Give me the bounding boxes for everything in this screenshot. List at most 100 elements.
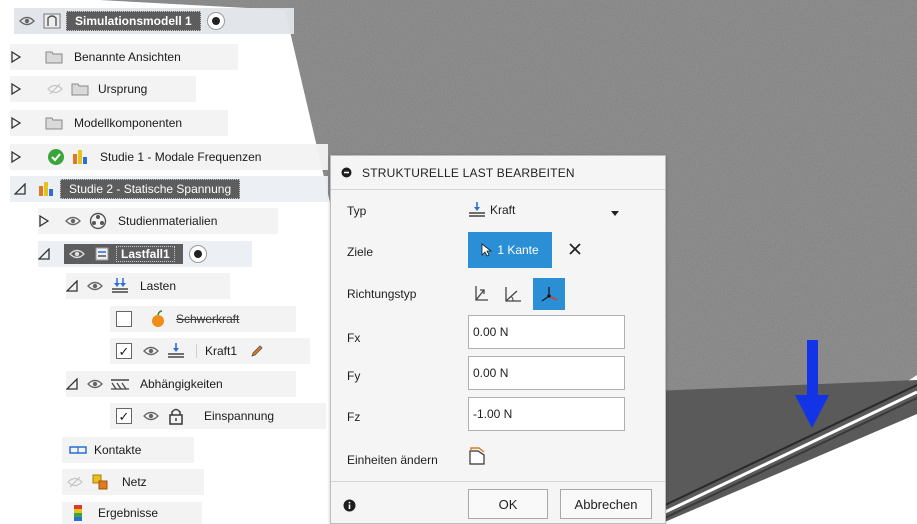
contacts-icon xyxy=(68,441,88,459)
eye-icon[interactable] xyxy=(142,344,160,358)
browser-item-contacts[interactable]: Kontakte xyxy=(62,437,194,463)
loads-icon xyxy=(110,277,130,295)
load-case-selection: Lastfall1 xyxy=(64,244,183,264)
dialog-title: STRUKTURELLE LAST BEARBEITEN xyxy=(362,165,575,180)
root-label: Simulationsmodell 1 xyxy=(66,11,201,31)
expand-arrow-icon[interactable] xyxy=(10,82,22,96)
apple-icon xyxy=(148,310,168,328)
targets-select-button[interactable]: 1 Kante xyxy=(468,232,552,268)
results-icon xyxy=(68,504,88,522)
eye-icon[interactable] xyxy=(68,247,86,261)
expand-arrow-icon[interactable] xyxy=(38,214,50,228)
expand-arrow-icon[interactable] xyxy=(10,50,22,64)
cancel-button[interactable]: Abbrechen xyxy=(560,489,652,519)
eye-hidden-icon[interactable] xyxy=(46,82,64,96)
browser-item-label: Ursprung xyxy=(98,82,148,96)
edit-structural-load-dialog: STRUKTURELLE LAST BEARBEITEN Typ Kraft Z… xyxy=(330,155,666,524)
fz-input[interactable] xyxy=(468,397,625,431)
browser-item-study-1[interactable]: Studie 1 - Modale Frequenzen xyxy=(10,144,328,170)
browser-item-label: Modellkomponenten xyxy=(74,116,183,130)
expand-arrow-icon[interactable] xyxy=(10,116,22,130)
browser-item-force[interactable]: ✓ Kraft1 xyxy=(110,338,310,364)
browser-item-load-case[interactable]: Lastfall1 xyxy=(38,241,252,267)
clear-targets-icon[interactable] xyxy=(569,243,581,255)
direction-type-label: Richtungstyp xyxy=(347,287,417,301)
browser-item-label: Lastfall1 xyxy=(116,246,175,262)
eye-icon[interactable] xyxy=(86,279,104,293)
browser-item-gravity[interactable]: Schwerkraft xyxy=(110,306,296,332)
fx-label: Fx xyxy=(347,331,361,345)
targets-label: Ziele xyxy=(347,245,374,259)
visibility-checkbox[interactable]: ✓ xyxy=(116,408,132,424)
browser-item-label: Kraft1 xyxy=(196,344,237,358)
browser-item-label: Abhängigkeiten xyxy=(140,377,223,391)
folder-icon xyxy=(70,80,90,98)
eye-icon[interactable] xyxy=(18,14,36,28)
fy-input[interactable] xyxy=(468,356,625,390)
browser-item-fixed-constraint[interactable]: ✓ Einspannung xyxy=(110,403,326,429)
fy-label: Fy xyxy=(347,369,361,383)
dialog-header[interactable]: STRUKTURELLE LAST BEARBEITEN xyxy=(331,156,665,190)
collapse-arrow-icon[interactable] xyxy=(66,377,78,391)
info-icon[interactable] xyxy=(343,499,356,512)
force-icon xyxy=(468,201,486,219)
footer-divider xyxy=(331,481,665,482)
fz-label: Fz xyxy=(347,410,361,424)
browser-item-label: Benannte Ansichten xyxy=(74,50,181,64)
browser-item-label: Schwerkraft xyxy=(176,312,240,326)
browser-item-study-2[interactable]: Studie 2 - Statische Spannung xyxy=(10,176,328,202)
change-units-icon[interactable] xyxy=(468,446,486,466)
ok-button[interactable]: OK xyxy=(468,489,548,519)
lock-icon xyxy=(166,407,186,425)
browser-item-label: Kontakte xyxy=(94,443,142,457)
browser-item-label: Einspannung xyxy=(204,409,275,423)
browser-root[interactable]: Simulationsmodell 1 xyxy=(14,8,294,34)
browser-item-loads[interactable]: Lasten xyxy=(66,273,230,299)
activate-radio[interactable] xyxy=(188,245,207,263)
cursor-arrow-icon xyxy=(481,243,493,257)
chevron-down-icon xyxy=(611,206,619,220)
direction-normal-icon[interactable] xyxy=(468,280,496,308)
direction-angle-icon[interactable] xyxy=(499,280,527,308)
mesh-icon xyxy=(90,473,110,491)
type-label: Typ xyxy=(347,204,367,218)
direction-vector-icon[interactable] xyxy=(533,278,565,310)
visibility-checkbox[interactable]: ✓ xyxy=(116,343,132,359)
browser-item-label: Lasten xyxy=(140,279,177,293)
type-dropdown[interactable]: Kraft xyxy=(468,196,625,224)
eye-icon[interactable] xyxy=(142,409,160,423)
collapse-arrow-icon[interactable] xyxy=(66,279,78,293)
eye-icon[interactable] xyxy=(86,377,104,391)
browser-item-origin[interactable]: Ursprung xyxy=(10,76,196,102)
fx-input[interactable] xyxy=(468,315,625,349)
collapse-dialog-icon[interactable] xyxy=(341,167,352,178)
folder-icon xyxy=(44,48,64,66)
browser-item-named-views[interactable]: Benannte Ansichten xyxy=(10,44,238,70)
force-icon xyxy=(166,342,186,360)
folder-icon xyxy=(44,114,64,132)
constraints-icon xyxy=(110,375,130,393)
browser-item-results[interactable]: Ergebnisse xyxy=(62,502,202,524)
pencil-icon[interactable] xyxy=(247,342,267,360)
type-value: Kraft xyxy=(490,203,516,217)
activate-radio[interactable] xyxy=(206,12,225,30)
browser-item-mesh[interactable]: Netz xyxy=(62,469,204,495)
targets-value: 1 Kante xyxy=(497,243,539,257)
check-circle-icon xyxy=(46,148,66,166)
eye-hidden-icon[interactable] xyxy=(66,475,84,489)
collapse-arrow-icon[interactable] xyxy=(38,247,50,261)
visibility-checkbox[interactable] xyxy=(116,311,132,327)
change-units-label: Einheiten ändern xyxy=(347,453,438,467)
eye-icon[interactable] xyxy=(64,214,82,228)
expand-arrow-icon[interactable] xyxy=(10,150,22,164)
browser-item-label: Ergebnisse xyxy=(98,506,159,520)
browser-item-label: Studie 1 - Modale Frequenzen xyxy=(100,150,262,164)
browser-item-label: Studienmaterialien xyxy=(118,214,218,228)
browser-item-label: Netz xyxy=(122,475,147,489)
study-icon xyxy=(70,148,90,166)
study-icon xyxy=(36,180,56,198)
browser-item-study-materials[interactable]: Studienmaterialien xyxy=(38,208,278,234)
browser-item-constraints[interactable]: Abhängigkeiten xyxy=(66,371,296,397)
browser-item-model-components[interactable]: Modellkomponenten xyxy=(10,110,228,136)
collapse-arrow-icon[interactable] xyxy=(14,182,26,196)
